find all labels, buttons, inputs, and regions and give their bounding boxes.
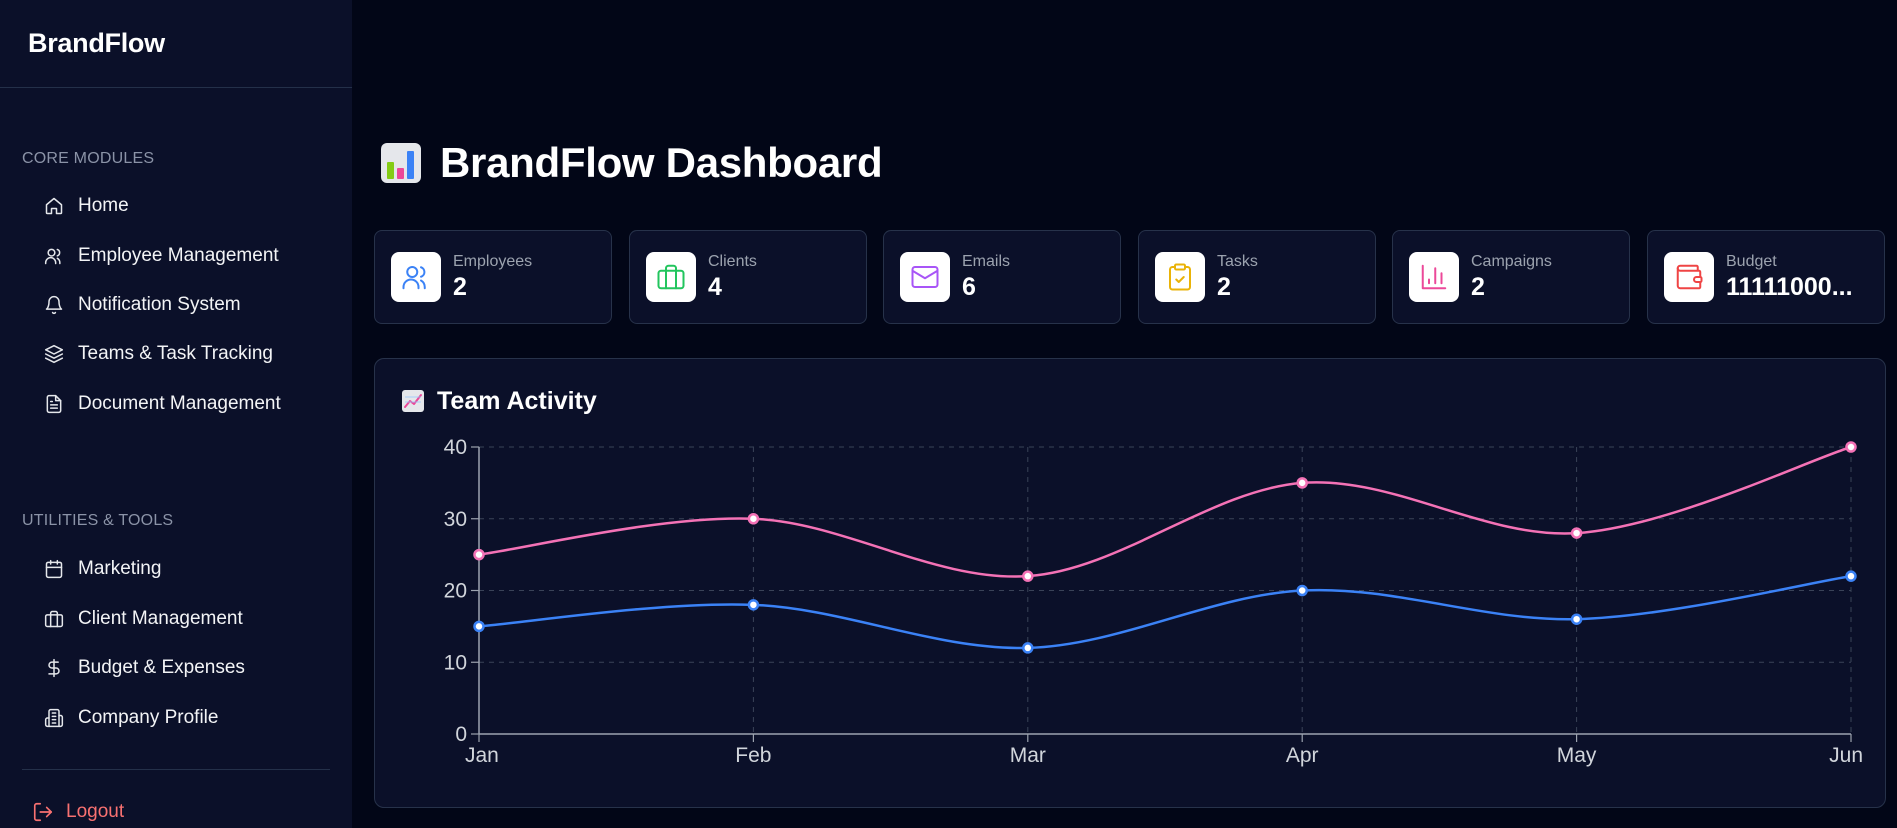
stat-label: Tasks [1217,252,1258,270]
mail-icon [900,252,950,302]
briefcase-icon [646,252,696,302]
sidebar-item-label: Teams & Task Tracking [78,343,274,364]
series-point-0 [473,548,485,561]
sidebar-item-label: Client Management [78,608,243,629]
bar-chart-icon [1409,252,1459,302]
stat-card-employees[interactable]: Employees 2 [374,230,612,324]
sidebar-item-home[interactable]: Home [44,190,129,222]
team-activity-chart: 0 10 20 30 40 Jan Feb Mar Apr May Jun [444,436,1863,767]
series-point-0 [1296,477,1308,489]
series-line-0 [478,445,1852,578]
stat-card-budget[interactable]: Budget 11111000... [1647,230,1885,324]
sidebar-item-document-management[interactable]: Document Management [44,388,281,420]
sidebar-item-teams-task-tracking[interactable]: Teams & Task Tracking [44,338,273,370]
sidebar-item-label: Employee Management [78,245,279,266]
x-tick-label: May [1557,744,1597,767]
brand-logo[interactable]: BrandFlow [0,0,352,88]
sidebar-item-company-profile[interactable]: Company Profile [44,702,218,734]
wallet-icon [1664,252,1714,302]
team-activity-card: Team Activity 0 10 20 30 40 Jan Feb Mar Apr May Ju… [374,358,1886,808]
users-icon [391,252,441,302]
sidebar-item-notification-system[interactable]: Notification System [44,289,241,321]
series-point-1 [473,620,485,633]
dollar-icon [44,658,64,678]
stat-label: Emails [962,252,1011,270]
sidebar-item-label: Home [78,195,129,216]
sidebar-item-label: Marketing [78,558,162,579]
stat-card-emails[interactable]: Emails 6 [883,230,1121,324]
stat-value: 2 [453,272,467,301]
x-tick-label: Feb [735,744,771,767]
file-icon [44,394,64,414]
sidebar: BrandFlow CORE MODULES Home Employee Man… [0,0,352,828]
sidebar-item-marketing[interactable]: Marketing [44,553,161,585]
stat-label: Campaigns [1471,252,1552,270]
stat-label: Employees [453,252,533,270]
app-root: BrandFlow CORE MODULES Home Employee Man… [0,0,1897,828]
clipboard-check-icon [1155,252,1205,302]
sidebar-item-employee-management[interactable]: Employee Management [44,240,279,272]
logout-icon [32,801,54,823]
stat-label: Budget [1726,252,1777,270]
x-tick-label: Jan [465,744,499,767]
stat-card-clients[interactable]: Clients 4 [629,230,867,324]
series-point-1 [1570,613,1583,625]
y-tick-label: 0 [455,723,467,746]
sidebar-item-label: Notification System [78,294,241,315]
section-title-core: CORE MODULES [22,150,155,167]
stat-value: 4 [708,272,722,301]
stat-value: 6 [962,272,976,301]
stat-card-campaigns[interactable]: Campaigns 2 [1392,230,1630,324]
sidebar-item-client-management[interactable]: Client Management [44,603,243,635]
stat-value: 11111000... [1726,272,1853,301]
series-line-1 [478,574,1852,650]
home-icon [44,196,64,216]
sidebar-item-label: Company Profile [78,707,219,728]
logout-label: Logout [66,801,125,822]
y-tick-label: 30 [444,508,467,531]
series-point-1 [1845,570,1857,582]
series-point-0 [1845,441,1857,453]
x-tick-label: Jun [1829,744,1863,767]
series-point-1 [747,599,760,611]
series-point-1 [1296,584,1308,597]
sidebar-item-label: Document Management [78,393,281,414]
series-point-0 [1570,527,1583,539]
y-tick-label: 20 [444,580,467,603]
y-tick-label: 40 [444,436,467,459]
section-title-utilities: UTILITIES & TOOLS [22,512,174,529]
y-tick-label: 10 [444,651,467,674]
series-point-1 [1022,642,1034,654]
layers-icon [44,344,64,364]
sidebar-divider [22,769,330,770]
page-title: BrandFlow Dashboard [380,138,883,188]
users-icon [44,246,64,266]
briefcase-icon [44,609,64,629]
logout-button[interactable]: Logout [32,796,124,828]
stat-value: 2 [1217,272,1231,301]
bell-icon [44,295,64,315]
building-icon [44,708,64,728]
bar-chart-emoji-icon [381,143,421,183]
x-tick-label: Apr [1286,744,1319,767]
sidebar-item-label: Budget & Expenses [78,657,245,678]
calendar-icon [44,559,64,579]
stat-label: Clients [708,252,757,270]
sidebar-item-budget-expenses[interactable]: Budget & Expenses [44,652,245,684]
series-point-0 [1022,570,1034,582]
x-tick-label: Mar [1010,744,1046,767]
stat-value: 2 [1471,272,1485,301]
stat-card-tasks[interactable]: Tasks 2 [1138,230,1376,324]
series-point-0 [747,513,760,525]
page-title-text: BrandFlow Dashboard [440,139,883,186]
